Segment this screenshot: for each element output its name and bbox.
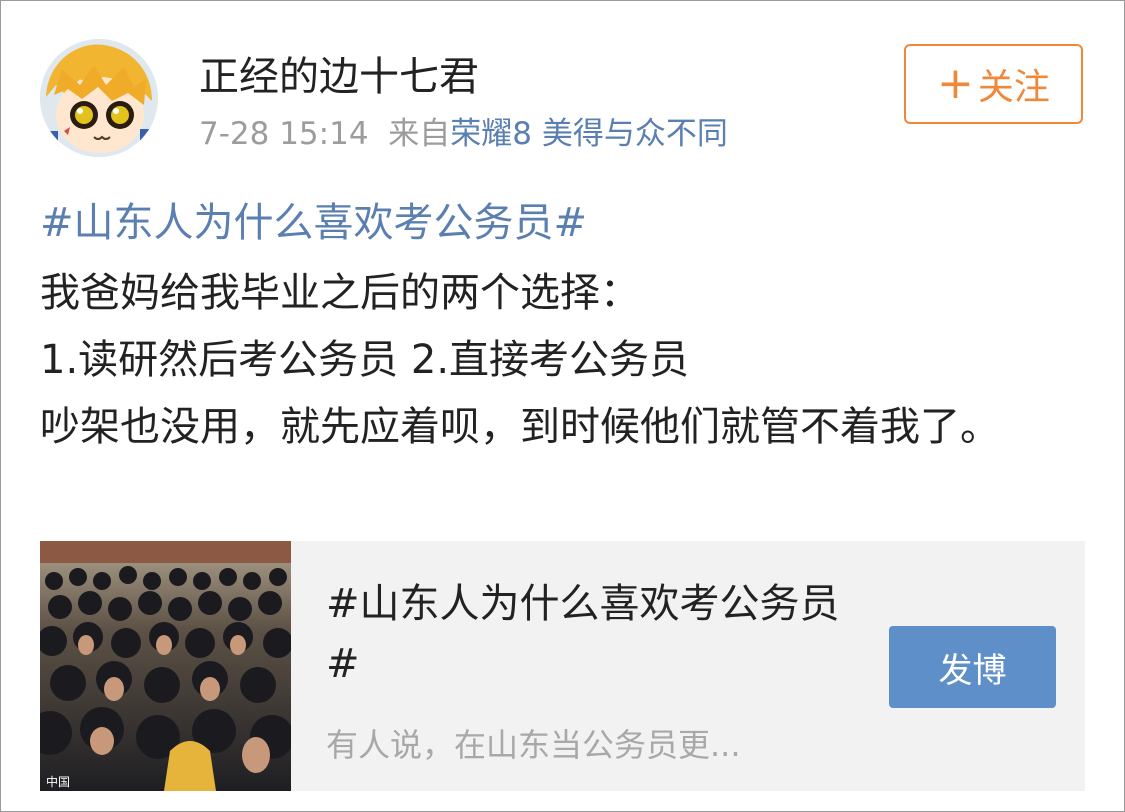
username[interactable]: 正经的边十七君 <box>199 44 479 102</box>
topic-hashtag-link[interactable]: #山东人为什么喜欢考公务员# <box>40 190 587 248</box>
source-prefix: 来自 <box>388 116 451 152</box>
plus-icon: + <box>937 58 974 109</box>
topic-image: 中国 <box>40 541 291 791</box>
card-title: #山东人为什么喜欢考公务员# <box>326 581 840 687</box>
source-device-link[interactable]: 荣耀8 美得与众不同 <box>450 116 728 152</box>
post-meta: 7-28 15:14 来自荣耀8 美得与众不同 <box>199 108 728 153</box>
content-line: 1.读研然后考公务员 2.直接考公务员 <box>40 337 690 383</box>
post-content: 我爸妈给我毕业之后的两个选择： 1.读研然后考公务员 2.直接考公务员 吵架也没… <box>40 260 1085 461</box>
post-time: 7-28 15:14 <box>199 116 369 152</box>
post-button[interactable]: 发博 <box>889 626 1056 708</box>
topic-card[interactable]: 中国 #山东人为什么喜欢考公务员# 有人说，在山东当公务员更... 发博 <box>40 541 1085 791</box>
avatar[interactable] <box>40 39 158 157</box>
follow-button[interactable]: + 关注 <box>904 44 1083 124</box>
content-line: 吵架也没用，就先应着呗，到时候他们就管不着我了。 <box>40 404 1000 450</box>
crowd-photo-icon: 中国 <box>40 541 291 791</box>
card-description: 有人说，在山东当公务员更... <box>326 726 741 764</box>
avatar-cartoon-icon <box>40 39 158 157</box>
follow-label: 关注 <box>977 67 1050 108</box>
content-line: 我爸妈给我毕业之后的两个选择： <box>40 270 640 316</box>
image-watermark: 中国 <box>46 774 70 789</box>
